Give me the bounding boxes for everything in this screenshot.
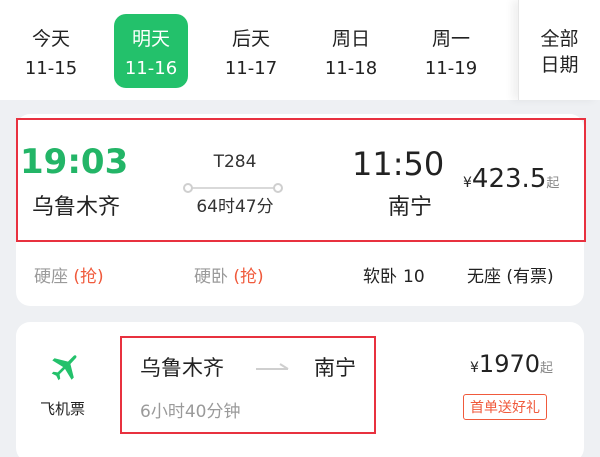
price-value: 1970 (478, 350, 540, 378)
flight-label: 飞机票 (40, 400, 86, 418)
seat-status: (有票) (506, 267, 554, 287)
date-tab-name: 周一 (431, 28, 470, 50)
arrow-right-icon (256, 363, 289, 370)
seat-name: 无座 (467, 267, 501, 287)
price-currency: ¥ (463, 175, 472, 191)
seat-soft-sleeper[interactable]: 软卧 10 (363, 264, 425, 290)
date-tab-sunday[interactable]: 周日 11-18 (314, 14, 388, 88)
seat-status: (抢) (73, 267, 104, 287)
date-tab-tomorrow[interactable]: 明天 11-16 (114, 14, 188, 88)
all-dates-button[interactable]: 全部 日期 (518, 0, 600, 100)
price-value: 423.5 (471, 164, 547, 194)
date-tab-date: 11-15 (24, 58, 78, 79)
train-duration: 64时47分 (196, 197, 274, 217)
date-tab-name: 周日 (331, 28, 370, 50)
date-tab-name: 明天 (131, 28, 170, 50)
all-dates-label-line1: 全部 (540, 28, 579, 50)
date-tab-date: 11-16 (124, 58, 178, 79)
date-tab-date: 11-17 (224, 58, 278, 79)
train-price: ¥423.5起 (463, 164, 559, 194)
date-tab-date: 11-18 (324, 58, 378, 79)
date-tab-day-after[interactable]: 后天 11-17 (214, 14, 288, 88)
date-tab-name: 后天 (231, 28, 270, 50)
seat-name: 软卧 (363, 267, 397, 287)
train-number: T284 (213, 152, 257, 172)
departure-station: 乌鲁木齐 (32, 195, 121, 220)
date-tab-name: 今天 (31, 28, 70, 50)
seat-hard-seat[interactable]: 硬座 (抢) (34, 264, 104, 290)
seat-count: 10 (403, 267, 425, 287)
seat-name: 硬卧 (194, 267, 228, 287)
date-tab-date: 11-19 (424, 58, 478, 79)
flight-to: 南宁 (314, 356, 356, 380)
seat-no-seat[interactable]: 无座 (有票) (467, 264, 554, 290)
date-tab-today[interactable]: 今天 11-15 (14, 14, 88, 88)
promo-badge[interactable]: 首单送好礼 (463, 394, 547, 420)
flight-from: 乌鲁木齐 (140, 356, 224, 380)
arrival-time: 11:50 (352, 145, 445, 183)
seat-name: 硬座 (34, 267, 68, 287)
all-dates-label-line2: 日期 (540, 54, 579, 76)
flight-price: ¥1970起 (470, 350, 553, 378)
route-line-bar (188, 187, 278, 189)
flight-duration: 6小时40分钟 (140, 402, 241, 422)
airplane-icon (51, 355, 77, 381)
price-suffix: 起 (540, 361, 554, 376)
seat-status: (抢) (233, 267, 264, 287)
seat-hard-sleeper[interactable]: 硬卧 (抢) (194, 264, 264, 290)
price-suffix: 起 (546, 176, 560, 191)
departure-time: 19:03 (20, 142, 129, 182)
date-tab-monday[interactable]: 周一 11-19 (414, 14, 488, 88)
date-bar: 今天 11-15 明天 11-16 后天 11-17 周日 11-18 周一 1… (0, 0, 600, 100)
price-currency: ¥ (470, 360, 479, 376)
arrival-station: 南宁 (388, 195, 433, 220)
